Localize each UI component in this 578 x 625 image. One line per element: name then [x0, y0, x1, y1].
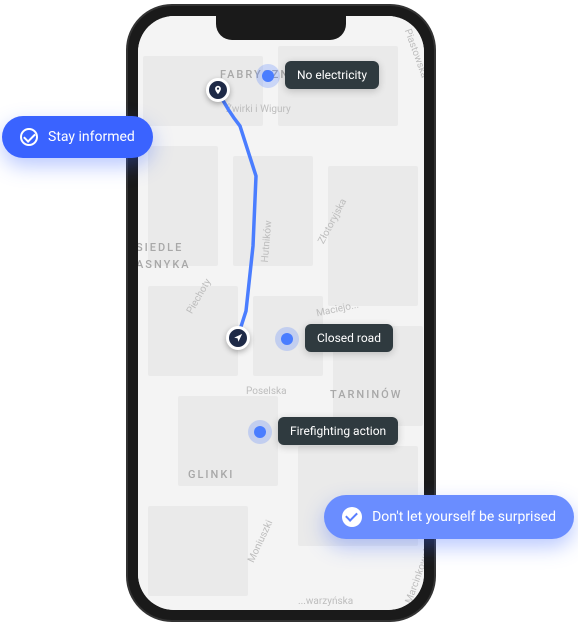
- alert-label-firefighting[interactable]: Firefighting action: [278, 417, 398, 445]
- navigation-arrow-icon: [233, 333, 243, 343]
- district-tarninow: TARNINÓW: [330, 388, 402, 401]
- alert-dot-closed-road[interactable]: [281, 333, 293, 345]
- route-origin-pin[interactable]: [206, 78, 230, 102]
- route-destination-pin[interactable]: [226, 326, 250, 350]
- street-piastowska: Piastowska: [402, 27, 424, 79]
- district-glinki: GLINKI: [188, 468, 234, 481]
- street-warzynska: ...warzyńska: [298, 596, 353, 607]
- district-asnyka: ASNYKA: [138, 258, 191, 271]
- district-osiedle: SIEDLE: [138, 241, 183, 254]
- alert-text: Closed road: [317, 331, 381, 345]
- callout-text: Stay informed: [48, 129, 135, 145]
- callout-dont-be-surprised: Don't let yourself be surprised: [324, 495, 574, 539]
- callout-text: Don't let yourself be surprised: [372, 509, 556, 525]
- street-poselska: Poselska: [246, 386, 287, 397]
- alert-dot-firefighting[interactable]: [254, 426, 266, 438]
- phone-notch: [216, 16, 346, 40]
- callout-stay-informed: Stay informed: [2, 116, 153, 158]
- street-moniuszki: Moniuszki: [246, 519, 275, 565]
- map-pin-icon: [213, 85, 223, 95]
- street-zwirki: Żwirki i Wigury: [226, 104, 291, 115]
- alert-label-closed-road[interactable]: Closed road: [305, 324, 393, 352]
- alert-label-electricity[interactable]: No electricity: [285, 61, 379, 89]
- check-circle-solid-icon: [342, 507, 362, 527]
- alert-text: Firefighting action: [290, 424, 386, 438]
- alert-dot-electricity[interactable]: [262, 70, 274, 82]
- alert-text: No electricity: [297, 68, 367, 82]
- check-circle-outline-icon: [20, 128, 38, 146]
